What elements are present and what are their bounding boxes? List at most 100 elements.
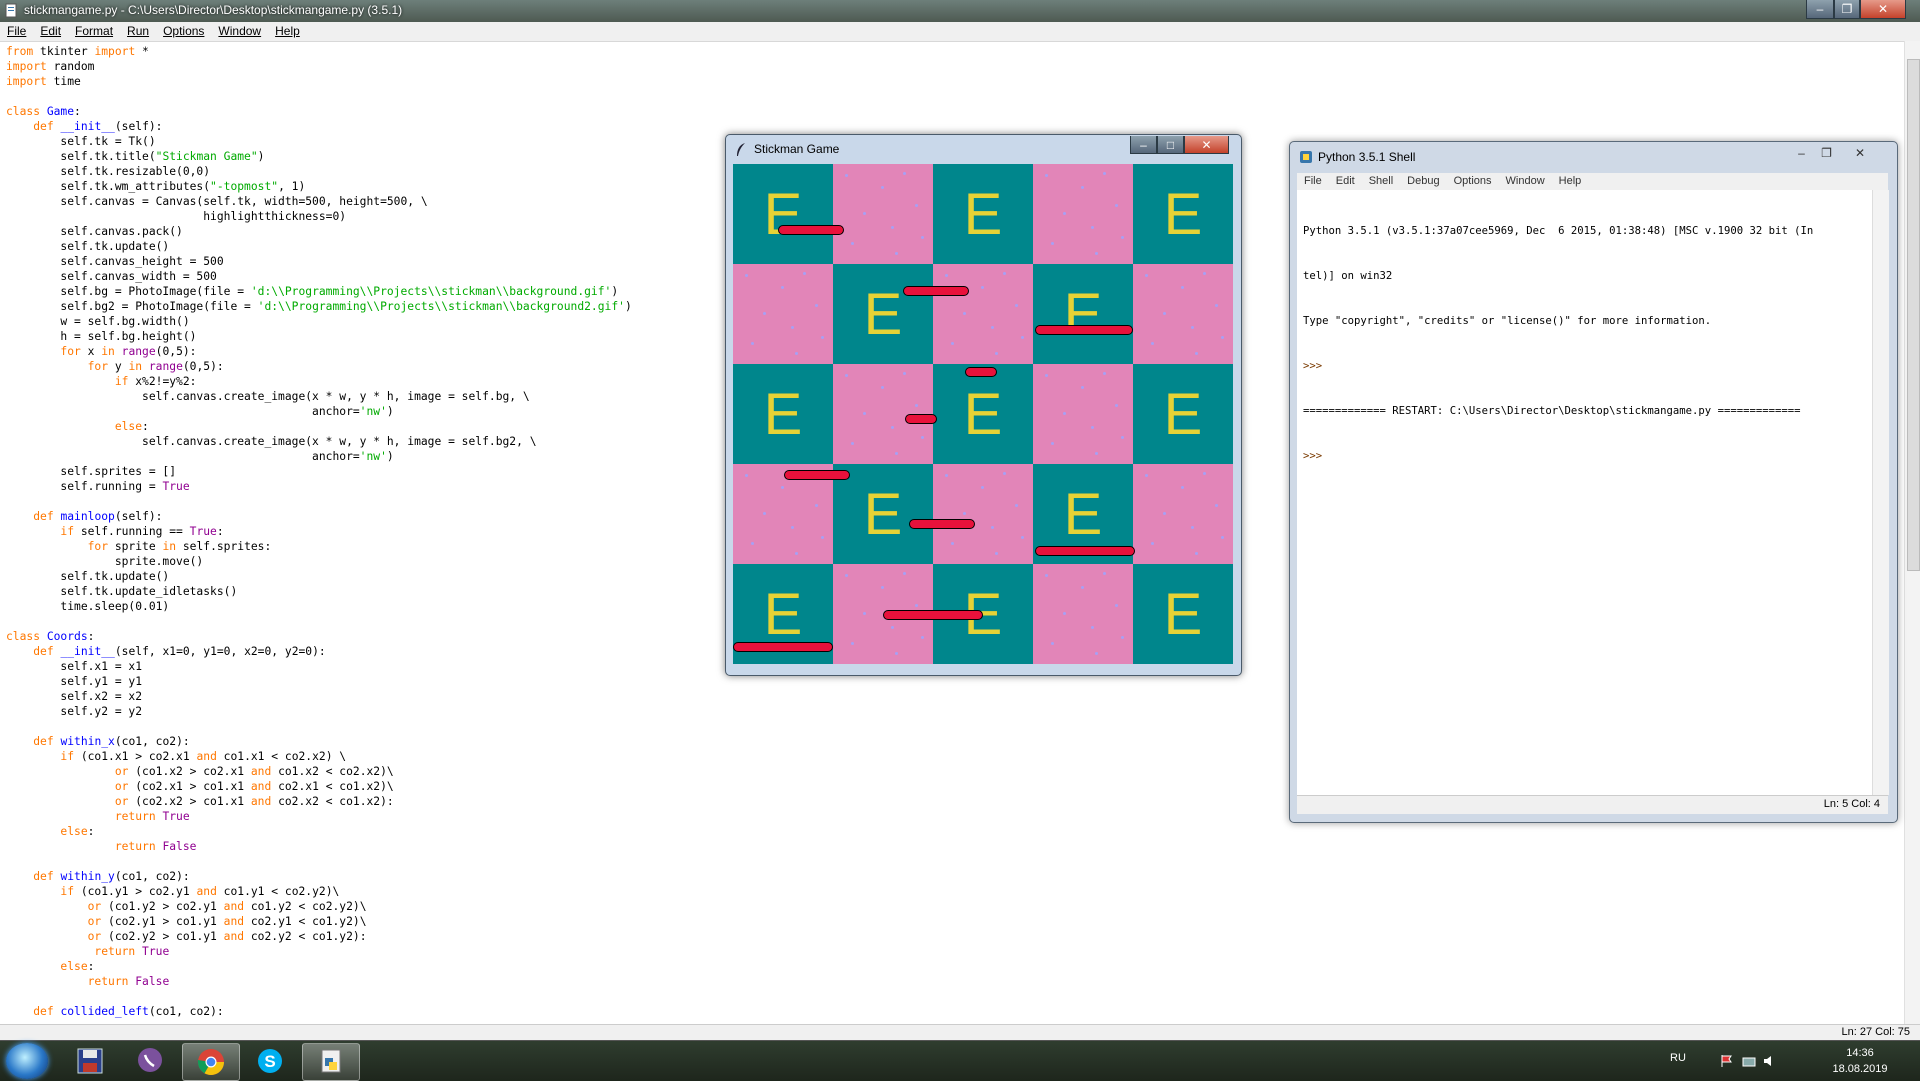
editor-statusbar: Ln: 27 Col: 75 bbox=[0, 1024, 1920, 1041]
tile-dot bbox=[1103, 572, 1106, 575]
menu-options[interactable]: Options bbox=[156, 22, 211, 41]
tile-dot bbox=[921, 236, 924, 239]
shell-menu-shell[interactable]: Shell bbox=[1362, 173, 1400, 190]
editor-menubar: File Edit Format Run Options Window Help bbox=[0, 22, 1920, 42]
menu-format[interactable]: Format bbox=[68, 22, 120, 41]
code-line: else: bbox=[60, 825, 95, 838]
tile-dot bbox=[903, 372, 906, 375]
system-tray: RU 14:36 18.08.2019 bbox=[1660, 1041, 1920, 1081]
shell-cursor-position: Ln: 5 Col: 4 bbox=[1823, 798, 1880, 810]
shell-menu-help[interactable]: Help bbox=[1552, 173, 1589, 190]
platform bbox=[733, 642, 833, 652]
volume-icon[interactable] bbox=[1762, 1054, 1776, 1068]
start-button[interactable] bbox=[6, 1043, 48, 1079]
editor-titlebar[interactable]: stickmangame.py - C:\Users\Director\Desk… bbox=[0, 0, 1920, 22]
shell-caption-buttons: – ❐ ✕ bbox=[1789, 145, 1881, 161]
tile-dot bbox=[903, 572, 906, 575]
tile-letter: E bbox=[1163, 181, 1203, 247]
code-line: import random bbox=[6, 60, 95, 73]
close-button[interactable]: ✕ bbox=[1860, 0, 1906, 19]
game-maximize-button[interactable]: □ bbox=[1157, 136, 1184, 154]
game-titlebar[interactable]: Stickman Game – □ ✕ bbox=[726, 135, 1241, 163]
skype-icon[interactable]: S bbox=[242, 1043, 298, 1079]
background-tile-dots bbox=[933, 264, 1033, 364]
shell-menu-window[interactable]: Window bbox=[1499, 173, 1552, 190]
tile-dot bbox=[791, 326, 794, 329]
menu-window[interactable]: Window bbox=[211, 22, 268, 41]
tile-dot bbox=[1121, 436, 1124, 439]
minimize-button[interactable]: – bbox=[1806, 0, 1834, 19]
tile-dot bbox=[1163, 512, 1166, 515]
tile-dot bbox=[1021, 336, 1024, 339]
tile-letter: E bbox=[763, 381, 803, 447]
tile-dot bbox=[1115, 204, 1118, 207]
editor-scrollbar[interactable] bbox=[1904, 41, 1920, 1024]
tile-dot bbox=[845, 174, 848, 177]
python-idle-icon[interactable] bbox=[302, 1043, 360, 1081]
code-line: def within_y(co1, co2): bbox=[33, 870, 190, 883]
editor-scrollbar-thumb[interactable] bbox=[1907, 59, 1920, 571]
game-close-button[interactable]: ✕ bbox=[1184, 136, 1229, 154]
background-tile-letter: E bbox=[833, 264, 933, 364]
tile-dot bbox=[1121, 236, 1124, 239]
viber-icon[interactable] bbox=[122, 1043, 178, 1079]
code-line: or (co1.y2 > co2.y1 and co1.y2 < co2.y2)… bbox=[87, 900, 367, 913]
tile-dot bbox=[1063, 612, 1066, 615]
tile-dot bbox=[1081, 386, 1084, 389]
language-indicator[interactable]: RU bbox=[1670, 1052, 1686, 1064]
tile-dot bbox=[981, 486, 984, 489]
tile-dot bbox=[881, 186, 884, 189]
tile-dot bbox=[821, 336, 824, 339]
game-canvas[interactable]: EEEEEEEEEEEEE bbox=[733, 164, 1233, 664]
tile-dot bbox=[963, 312, 966, 315]
shell-scrollbar[interactable] bbox=[1872, 190, 1889, 795]
shell-menu-edit[interactable]: Edit bbox=[1329, 173, 1362, 190]
shell-menu-debug[interactable]: Debug bbox=[1400, 173, 1446, 190]
game-minimize-button[interactable]: – bbox=[1130, 136, 1157, 154]
platform bbox=[909, 519, 975, 529]
tile-dot bbox=[891, 226, 894, 229]
restore-button[interactable]: ❐ bbox=[1834, 0, 1860, 19]
tile-dot bbox=[1181, 486, 1184, 489]
shell-output-text[interactable]: Python 3.5.1 (v3.5.1:37a07cee5969, Dec 6… bbox=[1297, 190, 1872, 795]
tile-dot bbox=[1203, 272, 1206, 275]
tile-dot bbox=[1221, 336, 1224, 339]
shell-restore-button[interactable]: ❐ bbox=[1814, 145, 1839, 161]
tile-dot bbox=[1215, 504, 1218, 507]
tile-dot bbox=[1151, 542, 1154, 545]
tile-dot bbox=[781, 486, 784, 489]
shell-close-button[interactable]: ✕ bbox=[1839, 145, 1881, 161]
tile-dot bbox=[921, 436, 924, 439]
tile-dot bbox=[1191, 526, 1194, 529]
menu-edit[interactable]: Edit bbox=[33, 22, 68, 41]
network-icon[interactable] bbox=[1742, 1054, 1756, 1068]
flag-icon[interactable] bbox=[1720, 1054, 1734, 1068]
code-line: else: bbox=[60, 960, 95, 973]
chrome-icon[interactable] bbox=[182, 1043, 240, 1081]
shell-menu-options[interactable]: Options bbox=[1447, 173, 1499, 190]
background-tile-dots bbox=[1133, 264, 1233, 364]
clock[interactable]: 14:36 18.08.2019 bbox=[1818, 1045, 1902, 1077]
platform bbox=[903, 286, 969, 296]
floppy-save-icon[interactable] bbox=[62, 1043, 118, 1079]
tile-dot bbox=[795, 552, 798, 555]
menu-file[interactable]: File bbox=[0, 22, 33, 41]
tile-dot bbox=[1215, 304, 1218, 307]
tile-dot bbox=[1103, 172, 1106, 175]
background-tile-dots bbox=[1033, 564, 1133, 664]
shell-line: Type "copyright", "credits" or "license(… bbox=[1303, 315, 1712, 327]
python-shell-icon bbox=[1300, 151, 1312, 163]
tile-dot bbox=[891, 626, 894, 629]
shell-menu-file[interactable]: File bbox=[1297, 173, 1329, 190]
menu-run[interactable]: Run bbox=[120, 22, 156, 41]
tile-dot bbox=[1115, 604, 1118, 607]
shell-titlebar[interactable]: Python 3.5.1 Shell – ❐ ✕ bbox=[1290, 142, 1897, 172]
menu-help[interactable]: Help bbox=[268, 22, 307, 41]
shell-minimize-button[interactable]: – bbox=[1789, 145, 1814, 161]
editor-title: stickmangame.py - C:\Users\Director\Desk… bbox=[24, 3, 403, 17]
tile-dot bbox=[745, 274, 748, 277]
tile-dot bbox=[1091, 426, 1094, 429]
tile-dot bbox=[1063, 412, 1066, 415]
tile-dot bbox=[1181, 286, 1184, 289]
background-tile-letter: E bbox=[1133, 564, 1233, 664]
